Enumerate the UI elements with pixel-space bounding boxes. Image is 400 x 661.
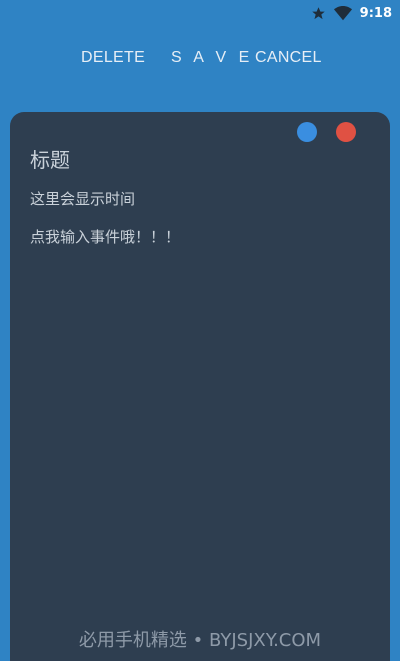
note-body-input[interactable]: 点我输入事件哦！！！ (30, 226, 180, 247)
note-card: 标题 这里会显示时间 点我输入事件哦！！！ (10, 112, 390, 661)
wifi-icon (333, 5, 352, 21)
toolbar: DELETE S A V E CANCEL (0, 44, 400, 72)
star-icon (311, 6, 326, 21)
status-time: 9:18 (359, 5, 392, 21)
cancel-button[interactable]: CANCEL (255, 44, 322, 72)
save-button[interactable]: S A V E (171, 44, 253, 72)
note-time: 这里会显示时间 (30, 190, 136, 208)
blue-color-option[interactable] (297, 122, 317, 142)
delete-button[interactable]: DELETE (81, 44, 145, 72)
red-color-option[interactable] (336, 122, 356, 142)
status-bar: 9:18 (0, 0, 400, 26)
watermark: 必用手机精选 • BYJSJXY.COM (78, 630, 322, 651)
note-title[interactable]: 标题 (30, 144, 70, 173)
